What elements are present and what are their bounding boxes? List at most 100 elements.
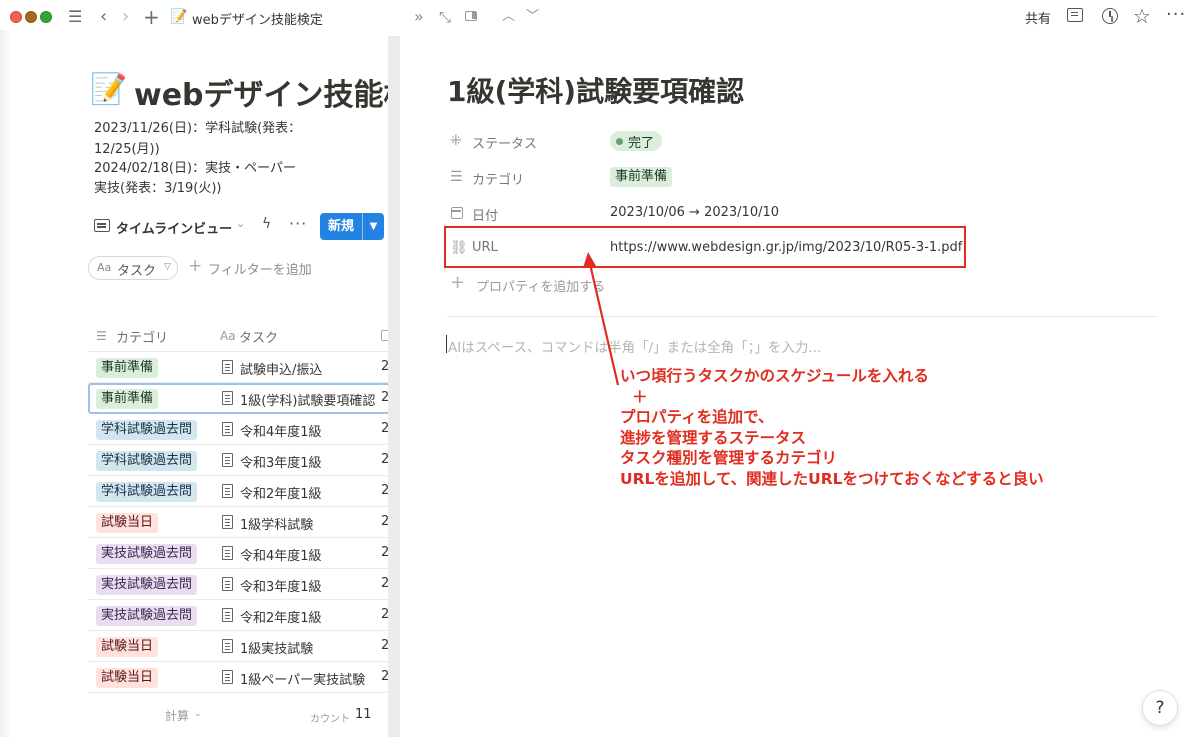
- table-row[interactable]: 学科試験過去問 令和3年度1級 2: [88, 445, 390, 476]
- plus-icon[interactable]: +: [450, 272, 465, 293]
- category-tag[interactable]: 事前準備: [610, 167, 673, 187]
- task-name[interactable]: 令和3年度1級: [240, 452, 322, 471]
- new-button-label[interactable]: 新規: [320, 213, 362, 240]
- list-icon: ☰: [96, 329, 107, 343]
- table-row[interactable]: 学科試験過去問 令和4年度1級 2: [88, 414, 390, 445]
- table-row[interactable]: 学科試験過去問 令和2年度1級 2: [88, 476, 390, 507]
- close-peek-double-chevron-icon[interactable]: ››: [414, 7, 424, 27]
- chevron-down-icon[interactable]: ⌄: [236, 217, 245, 230]
- category-tag[interactable]: 実技試験過去問: [96, 544, 198, 564]
- page-document-icon: [222, 515, 233, 529]
- annotation-line: URLを追加して、関連したURLをつけておくなどすると良い: [620, 469, 1044, 488]
- page-emoji-icon[interactable]: 📝: [90, 72, 127, 107]
- add-filter-button[interactable]: フィルターを追加: [208, 259, 312, 278]
- page-document-icon: [222, 639, 233, 653]
- window-close-button[interactable]: [10, 11, 22, 23]
- chevron-down-icon[interactable]: ▼: [363, 213, 384, 240]
- table-row[interactable]: 試験当日 1級実技試験 2: [88, 631, 390, 662]
- timeline-view-icon: [94, 219, 110, 232]
- chevron-up-icon[interactable]: ︿: [502, 7, 515, 27]
- page-document-icon: [222, 360, 233, 374]
- side-peek-mode-icon[interactable]: [465, 11, 477, 21]
- annotation-text: いつ頃行うタスクかのスケジュールを入れる ＋ プロパティを追加で、 進捗を管理す…: [620, 366, 1044, 490]
- category-tag[interactable]: 実技試験過去問: [96, 606, 198, 626]
- task-name[interactable]: 1級学科試験: [240, 514, 313, 533]
- filter-chip-task[interactable]: Aa タスク ▽: [88, 256, 178, 280]
- spinner-icon: ⁜: [450, 133, 462, 149]
- page-title[interactable]: webデザイン技能検定: [134, 70, 390, 114]
- category-tag[interactable]: 試験当日: [96, 668, 159, 688]
- category-tag[interactable]: 試験当日: [96, 637, 159, 657]
- date-range-value[interactable]: 2023/10/06 → 2023/10/10: [610, 205, 779, 220]
- new-item-button[interactable]: 新規 ▼: [320, 213, 384, 240]
- category-tag[interactable]: 学科試験過去問: [96, 482, 198, 502]
- new-page-plus-icon[interactable]: +: [143, 7, 160, 27]
- more-options-icon[interactable]: ···: [289, 214, 307, 233]
- editor-placeholder[interactable]: AIはスペース、コマンドは半角「/」または全角「；」を入力...: [448, 336, 821, 356]
- favorite-star-icon[interactable]: ☆: [1133, 4, 1151, 28]
- updates-clock-icon[interactable]: [1102, 8, 1118, 24]
- text-property-icon: Aa: [97, 261, 112, 274]
- plus-icon[interactable]: +: [188, 256, 202, 276]
- breadcrumb-page-title[interactable]: webデザイン技能検定: [192, 9, 323, 28]
- help-button[interactable]: ?: [1142, 690, 1178, 726]
- table-row[interactable]: 実技試験過去問 令和2年度1級 2: [88, 600, 390, 631]
- menu-icon[interactable]: ☰: [68, 7, 82, 27]
- property-label-category[interactable]: カテゴリ: [472, 169, 524, 188]
- category-tag[interactable]: 実技試験過去問: [96, 575, 198, 595]
- property-label-status[interactable]: ステータス: [472, 133, 537, 152]
- task-name[interactable]: 1級ペーパー実技試験: [240, 669, 365, 688]
- task-name[interactable]: 試験申込/振込: [240, 359, 322, 378]
- page-description-line[interactable]: 2023/11/26(日)：学科試験(発表：: [94, 117, 301, 136]
- add-property-row[interactable]: + プロパティを追加する: [448, 270, 1128, 300]
- add-property-button[interactable]: プロパティを追加する: [476, 276, 605, 295]
- category-tag[interactable]: 学科試験過去問: [96, 451, 198, 471]
- status-dot: [616, 137, 623, 145]
- window-zoom-button[interactable]: [40, 11, 52, 23]
- expand-full-page-icon[interactable]: ⤡: [439, 7, 451, 27]
- table-row[interactable]: 試験当日 1級学科試験 2: [88, 507, 390, 538]
- page-document-icon: [222, 608, 233, 622]
- table-row[interactable]: 実技試験過去問 令和3年度1級 2: [88, 569, 390, 600]
- calculate-button[interactable]: 計算: [165, 707, 189, 724]
- page-description-line[interactable]: 2024/02/18(日)：実技・ペーパー: [94, 157, 296, 176]
- automation-bolt-icon[interactable]: ϟ: [262, 216, 271, 232]
- page-document-icon: [222, 453, 233, 467]
- detail-page-title[interactable]: 1級(学科)試験要項確認: [447, 70, 744, 110]
- page-document-icon: [222, 546, 233, 560]
- back-arrow-icon[interactable]: ‹: [100, 7, 107, 27]
- page-description-line[interactable]: 12/25(月)): [94, 138, 160, 157]
- property-row-status: ⁜ ステータス 完了: [448, 127, 1128, 157]
- column-header-task[interactable]: タスク: [239, 327, 278, 346]
- category-tag[interactable]: 学科試験過去問: [96, 420, 198, 440]
- chevron-down-icon[interactable]: ⌄: [194, 709, 202, 719]
- pane-divider[interactable]: [388, 36, 400, 737]
- task-name[interactable]: 令和3年度1級: [240, 576, 322, 595]
- property-label-date[interactable]: 日付: [472, 205, 498, 224]
- table-row[interactable]: 事前準備 試験申込/振込 2: [88, 352, 390, 383]
- page-description-line[interactable]: 実技(発表：3/19(火)): [94, 177, 221, 196]
- task-name[interactable]: 令和2年度1級: [240, 483, 322, 502]
- chevron-down-icon[interactable]: ﹀: [526, 7, 539, 27]
- category-tag[interactable]: 事前準備: [96, 389, 159, 409]
- task-name[interactable]: 令和4年度1級: [240, 545, 322, 564]
- forward-arrow-icon[interactable]: ›: [122, 7, 129, 27]
- table-row[interactable]: 試験当日 1級ペーパー実技試験 2: [88, 662, 390, 693]
- property-row-category: ☰ カテゴリ 事前準備: [448, 163, 1128, 193]
- task-name[interactable]: 1級(学科)試験要項確認: [240, 390, 375, 409]
- column-header-category[interactable]: カテゴリ: [116, 327, 168, 346]
- share-button[interactable]: 共有: [1025, 8, 1051, 27]
- table-row[interactable]: 事前準備 1級(学科)試験要項確認 2: [88, 383, 390, 414]
- view-selector-label[interactable]: タイムラインビュー: [116, 218, 232, 237]
- status-badge[interactable]: 完了: [610, 131, 663, 151]
- table-row[interactable]: 実技試験過去問 令和4年度1級 2: [88, 538, 390, 569]
- comment-icon[interactable]: [1067, 8, 1083, 22]
- task-name[interactable]: 1級実技試験: [240, 638, 313, 657]
- category-tag[interactable]: 事前準備: [96, 358, 159, 378]
- category-tag[interactable]: 試験当日: [96, 513, 159, 533]
- window-toolbar-left: ☰ ‹ › + 📝 webデザイン技能検定: [0, 0, 390, 34]
- task-name[interactable]: 令和2年度1級: [240, 607, 322, 626]
- task-name[interactable]: 令和4年度1級: [240, 421, 322, 440]
- more-options-icon[interactable]: ···: [1166, 4, 1186, 25]
- window-minimize-button[interactable]: [25, 11, 37, 23]
